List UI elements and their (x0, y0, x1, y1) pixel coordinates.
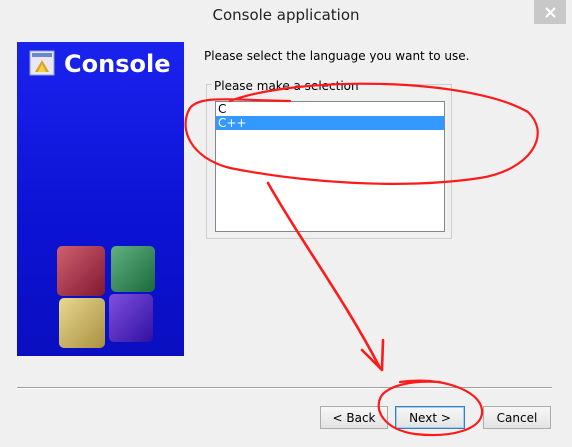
next-button[interactable]: Next > (395, 406, 465, 429)
divider (17, 387, 552, 389)
close-icon (544, 6, 556, 18)
back-button[interactable]: < Back (320, 406, 388, 429)
language-listbox[interactable]: C C++ (215, 101, 445, 232)
window-title: Console application (212, 6, 360, 24)
group-label: Please make a selection (212, 79, 361, 93)
cancel-button[interactable]: Cancel (483, 406, 551, 429)
list-item-c[interactable]: C (216, 102, 444, 116)
prompt-text: Please select the language you want to u… (204, 49, 470, 63)
app-logo-icon (29, 50, 55, 76)
close-button[interactable] (534, 0, 566, 24)
color-cubes-graphic (57, 246, 155, 348)
annotation-arrow-head (360, 338, 385, 372)
wizard-banner: Console (17, 42, 184, 356)
title-bar: Console application (0, 0, 572, 30)
banner-title: Console (64, 50, 171, 78)
list-item-cpp[interactable]: C++ (216, 116, 444, 130)
